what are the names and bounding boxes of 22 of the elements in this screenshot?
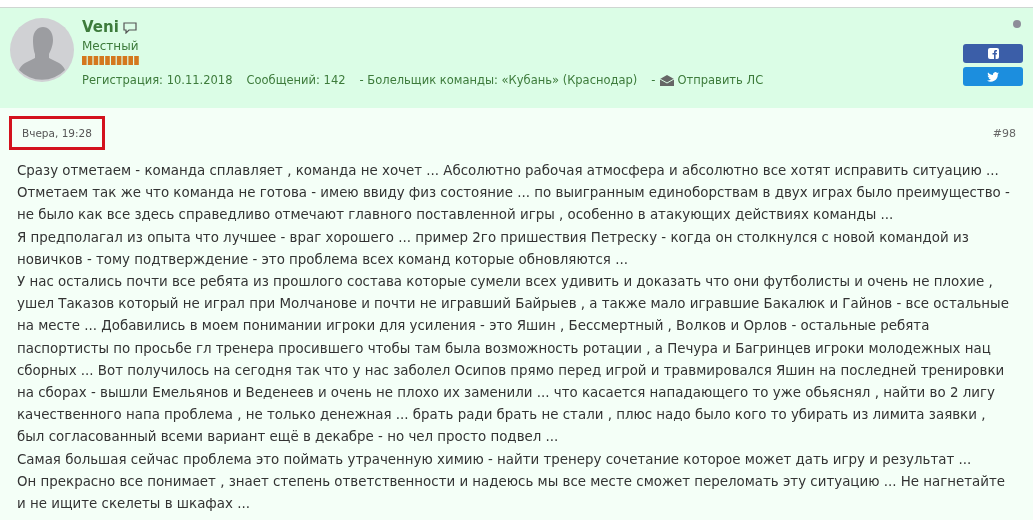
speech-bubble-icon[interactable]: [122, 20, 137, 34]
username[interactable]: Veni: [82, 18, 119, 36]
bird-icon: [987, 71, 999, 82]
user-rank: Местный: [82, 39, 140, 53]
post-paragraph: У нас остались почти все ребята из прошлого состава которые сумели всех удивить и доказать что они футболисты и очень не плохие , ушел Таказов который не играл при Молчанове и почти не игравший Байрыев , а также мало игравшие Бакалюк и Гайнов - все остальные на месте ... Добавились в моем понимании игроки для усиления - это Яшин , Бессмертный , Волков и Орлов - остальные ребята паспортисты по просьбе гл тренера просившего чтобы там была возможность ротации , а Печура и Багринцев игроки молодежных нац сборных ... Вот получилось на сегодня так что у нас заболел Осипов прямо перед игрой и травмировался Яшин на последней тренировки на сборах - вышли Емельянов и Веденеев и очень не плохо их заменили ... что касается нападающего то уже обьяснял , найти во 2 лигу качественного напа проблема , не только денежная ... брать ради брать не стали , плюс надо было кого то убирать из лимита заявки , был согласованный всеми вариант ещё в декабре - но чел просто подвел ...: [17, 273, 1010, 447]
post-paragraph: Я предполагал из опыта что лучшее - враг хорошего ... пример 2го пришествия Петреску - когда он столкнулся с новой командой из новичков - тому подтверждение - это проблема всех команд которые обновляются ...: [17, 228, 970, 269]
separator: -: [651, 73, 656, 87]
avatar-icon: [10, 18, 74, 82]
post-paragraph: Сразу отметаем - команда сплавляет , команда не хочет ... Абсолютно рабочая атмосфера и абсолютно все хотят исправить ситуацию ... Отметаем так же что команда не готова - имею ввиду физ состояние ... по выигранным единоборствам в двух играх было преимущество - не было как все здесь справедливо отмечают главного поставленной игры , особенно в атакующих действиях команды ...: [17, 162, 1011, 225]
rank-bar-icon: [82, 56, 140, 65]
message-count: Сообщений: 142: [246, 73, 346, 87]
post-paragraph: Он прекрасно все понимает , знает степень ответственности и надеюсь мы все месте сможет переломать эту ситуацию ... Не нагнетайте и не ищите скелеты в шкафах ...: [17, 472, 1007, 514]
facebook-share-button[interactable]: [963, 44, 1023, 63]
registration-date: Регистрация: 10.11.2018: [82, 73, 233, 87]
send-message-link[interactable]: Отправить ЛС: [677, 73, 764, 87]
fan-team: - Болельщик команды: «Кубань» (Краснодар): [359, 73, 638, 87]
twitter-share-button[interactable]: [963, 67, 1023, 86]
post-paragraph: Самая большая сейчас проблема это поймать утраченную химию - найти тренеру сочетание которое может дать игру и результат ...: [17, 450, 973, 469]
facebook-icon: [987, 48, 999, 59]
post-number[interactable]: #98: [992, 126, 1016, 140]
envelope-icon[interactable]: [658, 73, 675, 87]
post-date: Вчера, 19:28: [9, 116, 105, 150]
